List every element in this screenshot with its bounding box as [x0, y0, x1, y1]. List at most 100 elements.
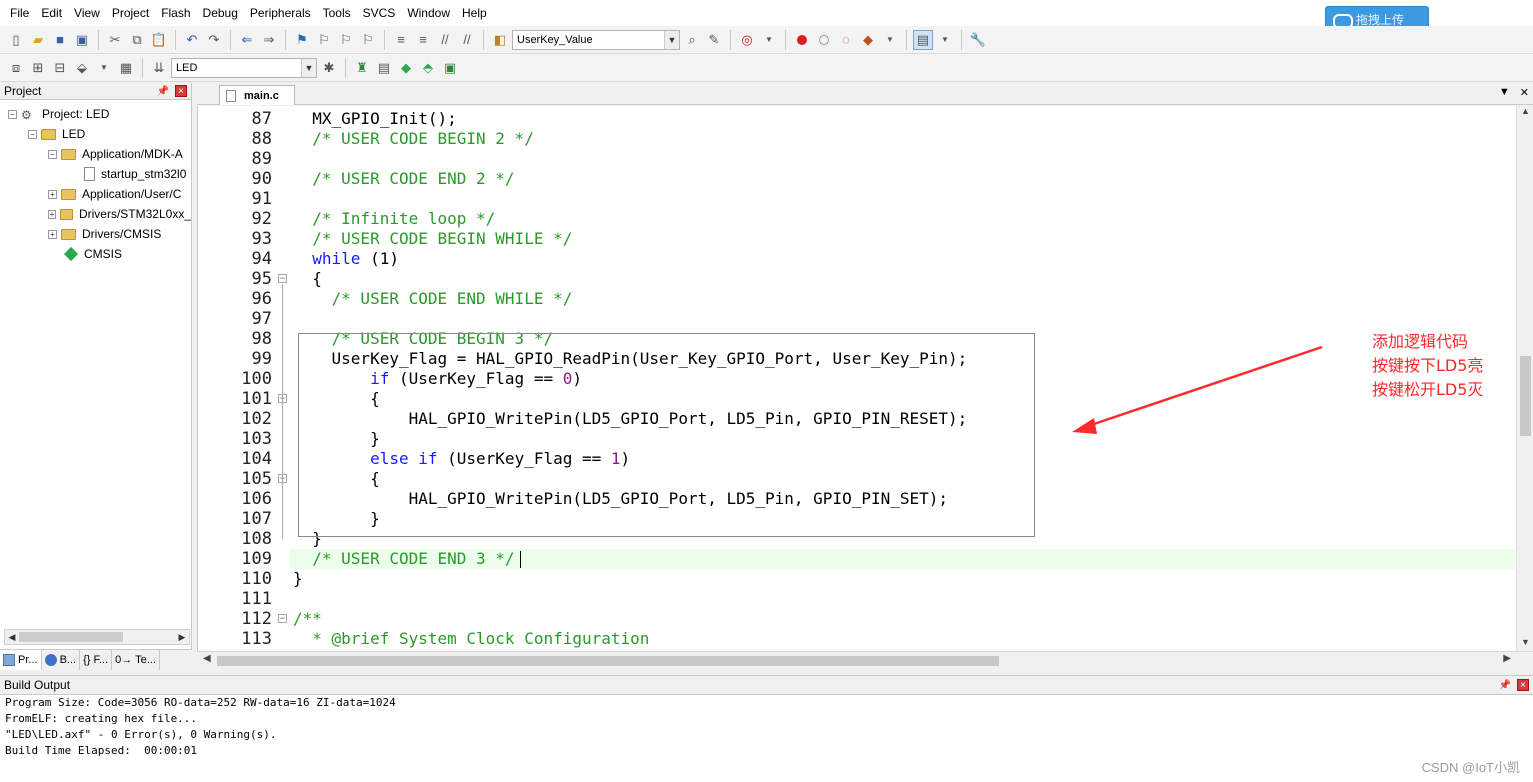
- menu-edit[interactable]: Edit: [35, 0, 68, 26]
- collapse-icon[interactable]: −: [28, 129, 37, 139]
- tree-item-group[interactable]: + Drivers/STM32L0xx_: [0, 204, 191, 224]
- open-folder-icon[interactable]: ▰: [28, 30, 48, 50]
- menu-svcs[interactable]: SVCS: [357, 0, 402, 26]
- nav-back-icon[interactable]: ⇐: [237, 30, 257, 50]
- scroll-thumb[interactable]: [217, 656, 999, 666]
- indent-icon[interactable]: ≡: [391, 30, 411, 50]
- tab-list-icon[interactable]: ▼: [1499, 86, 1510, 99]
- dropdown-icon[interactable]: ▼: [94, 58, 114, 78]
- menu-tools[interactable]: Tools: [317, 0, 357, 26]
- tab-functions[interactable]: {} F...: [80, 650, 113, 670]
- fold-toggle-icon[interactable]: −: [278, 274, 287, 283]
- bookmark-icon[interactable]: ⚑: [292, 30, 312, 50]
- bookmark-clear-icon[interactable]: ⚐: [358, 30, 378, 50]
- scroll-left-icon[interactable]: ◀: [203, 653, 211, 664]
- dropdown-icon[interactable]: ▼: [935, 30, 955, 50]
- chevron-down-icon[interactable]: ▼: [664, 30, 679, 49]
- tab-project[interactable]: Pr...: [0, 650, 42, 670]
- build-icon[interactable]: ⊞: [28, 58, 48, 78]
- expand-icon[interactable]: +: [48, 229, 57, 239]
- tree-item-group[interactable]: + Drivers/CMSIS: [0, 224, 191, 244]
- menu-file[interactable]: File: [4, 0, 35, 26]
- tree-item-group[interactable]: − Application/MDK-A: [0, 144, 191, 164]
- target-combo[interactable]: LED ▼: [171, 57, 317, 78]
- scroll-thumb[interactable]: [1520, 356, 1531, 436]
- close-icon[interactable]: ✕: [1520, 86, 1529, 99]
- target-options-icon[interactable]: ✱: [319, 58, 339, 78]
- undo-icon[interactable]: ↶: [182, 30, 202, 50]
- menu-flash[interactable]: Flash: [155, 0, 196, 26]
- cut-icon[interactable]: ✂: [105, 30, 125, 50]
- copy-icon[interactable]: ⧉: [127, 30, 147, 50]
- project-horizontal-scrollbar[interactable]: ◀ ▶: [4, 629, 190, 645]
- redo-icon[interactable]: ↷: [204, 30, 224, 50]
- run-time-env-icon[interactable]: ◆: [396, 58, 416, 78]
- translate-icon[interactable]: ⧈: [6, 58, 26, 78]
- collapse-icon[interactable]: −: [48, 149, 57, 159]
- scroll-right-icon[interactable]: ▶: [175, 630, 189, 644]
- bookmark-prev-icon[interactable]: ⚐: [314, 30, 334, 50]
- breakpoint-disable-all-icon[interactable]: ◌: [836, 30, 856, 50]
- wrench-icon[interactable]: 🔧: [968, 30, 988, 50]
- scroll-down-icon[interactable]: ▼: [1517, 637, 1533, 651]
- pack-installer-icon[interactable]: ⬘: [418, 58, 438, 78]
- find-combo[interactable]: UserKey_Value ▼: [512, 29, 680, 50]
- scroll-thumb[interactable]: [19, 632, 123, 642]
- file-extensions-icon[interactable]: ▤: [374, 58, 394, 78]
- comment-icon[interactable]: //: [435, 30, 455, 50]
- uncomment-icon[interactable]: //: [457, 30, 477, 50]
- bookmark-next-icon[interactable]: ⚐: [336, 30, 356, 50]
- tree-item-cmsis[interactable]: CMSIS: [0, 244, 191, 264]
- paste-icon[interactable]: 📋: [149, 30, 169, 50]
- download-icon[interactable]: ⇊: [149, 58, 169, 78]
- find-icon[interactable]: ⌕: [682, 30, 702, 50]
- save-all-icon[interactable]: ▣: [72, 30, 92, 50]
- pin-icon[interactable]: 📌: [1499, 680, 1511, 691]
- editor-horizontal-scrollbar[interactable]: ◀ ▶: [197, 651, 1533, 668]
- editor-vertical-scrollbar[interactable]: ▲ ▼: [1516, 106, 1533, 651]
- incremental-find-icon[interactable]: ✎: [704, 30, 724, 50]
- rebuild-icon[interactable]: ⊟: [50, 58, 70, 78]
- tab-books[interactable]: B...: [42, 650, 81, 670]
- tab-main-c[interactable]: main.c: [219, 85, 295, 105]
- dropdown-icon[interactable]: ▼: [880, 30, 900, 50]
- menu-peripherals[interactable]: Peripherals: [244, 0, 317, 26]
- collapse-icon[interactable]: −: [8, 109, 17, 119]
- chevron-down-icon[interactable]: ▼: [301, 58, 316, 77]
- zoom-icon[interactable]: ◎: [737, 30, 757, 50]
- new-file-icon[interactable]: ▯: [6, 30, 26, 50]
- breakpoint-disable-icon[interactable]: [814, 30, 834, 50]
- menu-project[interactable]: Project: [106, 0, 155, 26]
- window-layout-icon[interactable]: ▤: [913, 29, 933, 50]
- close-icon[interactable]: ×: [1517, 679, 1529, 691]
- scroll-left-icon[interactable]: ◀: [5, 630, 19, 644]
- expand-icon[interactable]: +: [48, 189, 57, 199]
- expand-icon[interactable]: +: [48, 209, 56, 219]
- breakpoint-kill-icon[interactable]: ◆: [858, 30, 878, 50]
- tree-item-file[interactable]: startup_stm32l0: [0, 164, 191, 184]
- code-editor[interactable]: 878889909192939495−96979899100101−102103…: [197, 106, 1533, 651]
- unindent-icon[interactable]: ≡: [413, 30, 433, 50]
- save-icon[interactable]: ■: [50, 30, 70, 50]
- scroll-up-icon[interactable]: ▲: [1517, 106, 1533, 120]
- menu-debug[interactable]: Debug: [197, 0, 244, 26]
- scroll-right-icon[interactable]: ▶: [1503, 653, 1511, 664]
- breakpoint-icon[interactable]: [792, 30, 812, 50]
- tab-templates[interactable]: 0→ Te...: [112, 650, 160, 670]
- tree-item-group[interactable]: + Application/User/C: [0, 184, 191, 204]
- manage-project-icon[interactable]: ♜: [352, 58, 372, 78]
- fold-toggle-icon[interactable]: −: [278, 614, 287, 623]
- menu-help[interactable]: Help: [456, 0, 493, 26]
- batch-build-icon[interactable]: ⬙: [72, 58, 92, 78]
- stop-build-icon[interactable]: ▦: [116, 58, 136, 78]
- close-icon[interactable]: ×: [175, 85, 187, 97]
- menu-view[interactable]: View: [68, 0, 106, 26]
- tree-item-led[interactable]: − LED: [0, 124, 191, 144]
- nav-forward-icon[interactable]: ⇒: [259, 30, 279, 50]
- select-packs-icon[interactable]: ▣: [440, 58, 460, 78]
- pin-icon[interactable]: 📌: [157, 86, 169, 97]
- find-in-files-icon[interactable]: ◧: [490, 30, 510, 50]
- menu-window[interactable]: Window: [401, 0, 456, 26]
- dropdown-icon[interactable]: ▼: [759, 30, 779, 50]
- tree-item-project[interactable]: − ⚙ Project: LED: [0, 104, 191, 124]
